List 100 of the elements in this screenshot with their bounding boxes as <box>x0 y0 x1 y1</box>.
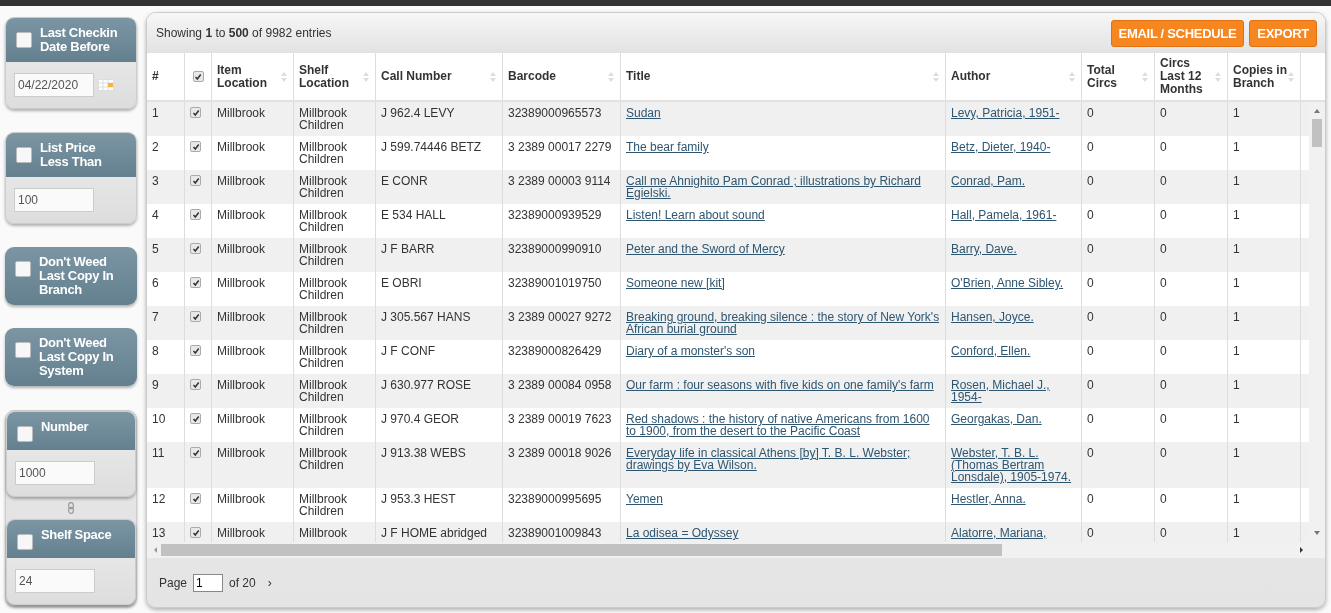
table-cell: 4 <box>152 208 159 222</box>
horizontal-scrollbar[interactable] <box>147 542 1325 558</box>
scroll-thumb[interactable] <box>1312 119 1322 147</box>
author-link[interactable]: Betz, Dieter, 1940- <box>951 141 1076 153</box>
table-cell: Millbrook <box>217 174 265 188</box>
row-checkbox[interactable] <box>190 277 201 288</box>
title-link[interactable]: Our farm : four seasons with five kids on one family's farm <box>626 379 940 391</box>
table-cell: 0 <box>1087 378 1094 392</box>
column-header[interactable]: Author <box>946 53 1082 100</box>
filter-input[interactable]: 100 <box>14 188 94 212</box>
title-link[interactable]: The bear family <box>626 141 940 153</box>
table-cell: 3 2389 00084 0958 <box>508 378 612 392</box>
table-cell: 0 <box>1160 526 1167 540</box>
title-link[interactable]: Call me Ahnighito Pam Conrad ; illustrations by Richard Egielski. <box>626 175 940 199</box>
table-cell: Millbrook Children <box>299 208 347 234</box>
author-link[interactable]: Conford, Ellen. <box>951 345 1076 357</box>
title-link[interactable]: Breaking ground, breaking silence : the story of New York's African burial ground <box>626 311 940 335</box>
table-cell: 32389000990910 <box>508 242 602 256</box>
table-cell: 3 2389 00027 9272 <box>508 310 612 324</box>
table-cell: Millbrook <box>217 140 265 154</box>
select-all-checkbox[interactable] <box>192 71 204 82</box>
vertical-scrollbar[interactable] <box>1309 102 1325 542</box>
row-checkbox[interactable] <box>190 379 201 390</box>
filter-checkbox[interactable] <box>17 534 33 550</box>
row-checkbox[interactable] <box>190 311 201 322</box>
table-cell: 0 <box>1160 242 1167 256</box>
scroll-down-icon[interactable] <box>1313 529 1321 537</box>
entries-summary: Showing 1 to 500 of 9982 entries <box>156 26 332 40</box>
title-link[interactable]: Everyday life in classical Athens [by] T. B. L. Webster; drawings by Eva Wilson. <box>626 447 940 471</box>
author-link[interactable]: Hall, Pamela, 1961- <box>951 209 1076 221</box>
row-checkbox[interactable] <box>190 413 201 424</box>
title-link[interactable]: Someone new [kit] <box>626 277 940 289</box>
table-cell: 0 <box>1160 310 1167 324</box>
table-cell: 0 <box>1160 446 1167 460</box>
table-cell: Millbrook <box>217 208 265 222</box>
row-checkbox[interactable] <box>190 141 201 152</box>
title-link[interactable]: Listen! Learn about sound <box>626 209 940 221</box>
row-checkbox[interactable] <box>190 175 201 186</box>
column-header[interactable]: Call Number <box>376 53 503 100</box>
title-link[interactable]: Red shadows : the history of native Americans from 1600 to 1900, from the desert to the Pacific Coast <box>626 413 940 437</box>
column-header[interactable]: Total Circs <box>1082 53 1155 100</box>
date-field[interactable]: 04/22/2020 <box>14 73 94 97</box>
column-header[interactable]: Shelf Location <box>294 53 376 100</box>
author-link[interactable]: Barry, Dave. <box>951 243 1076 255</box>
next-page-link[interactable]: › <box>267 575 272 590</box>
column-header[interactable]: # <box>147 53 185 100</box>
author-link[interactable]: Webster, T. B. L. (Thomas Bertram Lonsdale), 1905-1974. <box>951 447 1076 483</box>
filter-input[interactable]: 1000 <box>15 461 95 485</box>
title-link[interactable]: Peter and the Sword of Mercy <box>626 243 940 255</box>
author-link[interactable]: Levy, Patricia, 1951- <box>951 107 1076 119</box>
calendar-icon[interactable] <box>98 79 114 91</box>
table-cell: Millbrook Children <box>299 140 347 166</box>
table-cell: 0 <box>1160 344 1167 358</box>
table-cell: Millbrook Children <box>299 492 347 518</box>
table-cell: J 962.4 LEVY <box>381 106 455 120</box>
filter-input[interactable]: 24 <box>15 569 95 593</box>
table-cell: J 953.3 HEST <box>381 492 456 506</box>
title-link[interactable]: Yemen <box>626 493 940 505</box>
table-cell: Millbrook Children <box>299 344 347 370</box>
filter-checkbox[interactable] <box>15 342 31 358</box>
page-input[interactable]: 1 <box>193 573 224 592</box>
table-cell: 8 <box>152 344 159 358</box>
column-header[interactable]: Circs Last 12 Months <box>1155 53 1228 100</box>
column-header[interactable]: Copies in Branch <box>1228 53 1301 100</box>
row-checkbox[interactable] <box>190 447 201 458</box>
table-cell: J 970.4 GEOR <box>381 412 460 426</box>
filter-checkbox[interactable] <box>15 261 31 277</box>
author-link[interactable]: Hansen, Joyce. <box>951 311 1076 323</box>
scroll-thumb[interactable] <box>161 544 1002 556</box>
title-link[interactable]: La odisea = Odyssey <box>626 527 940 539</box>
table-cell: 10 <box>152 412 166 426</box>
row-checkbox[interactable] <box>190 527 201 538</box>
filter-checkbox[interactable] <box>16 32 32 48</box>
table-cell: 1 <box>1233 174 1240 188</box>
column-header[interactable]: Barcode <box>503 53 621 100</box>
title-link[interactable]: Diary of a monster's son <box>626 345 940 357</box>
author-link[interactable]: Georgakas, Dan. <box>951 413 1076 425</box>
author-link[interactable]: O'Brien, Anne Sibley. <box>951 277 1076 289</box>
column-header[interactable]: Item Location <box>212 53 294 100</box>
filter-checkbox[interactable] <box>16 147 32 163</box>
row-checkbox[interactable] <box>190 107 201 118</box>
table-cell: 1 <box>1233 106 1240 120</box>
table-cell: 0 <box>1087 174 1094 188</box>
row-checkbox[interactable] <box>190 493 201 504</box>
table-cell: Millbrook Children <box>299 242 347 268</box>
filter-checkbox[interactable] <box>17 426 33 442</box>
title-link[interactable]: Sudan <box>626 107 940 119</box>
table-cell: 11 <box>152 446 165 460</box>
author-link[interactable]: Conrad, Pam. <box>951 175 1076 187</box>
author-link[interactable]: Alatorre, Mariana, <box>951 527 1076 539</box>
table-cell: 32389001009843 <box>508 526 602 540</box>
author-link[interactable]: Hestler, Anna. <box>951 493 1076 505</box>
author-link[interactable]: Rosen, Michael J., 1954- <box>951 379 1076 403</box>
row-checkbox[interactable] <box>190 345 201 356</box>
link-icon[interactable] <box>68 502 74 514</box>
row-checkbox[interactable] <box>190 209 201 220</box>
scroll-up-icon[interactable] <box>1313 107 1321 115</box>
row-checkbox[interactable] <box>190 243 201 254</box>
column-header[interactable]: Title <box>621 53 946 100</box>
table-cell: 1 <box>1233 140 1240 154</box>
